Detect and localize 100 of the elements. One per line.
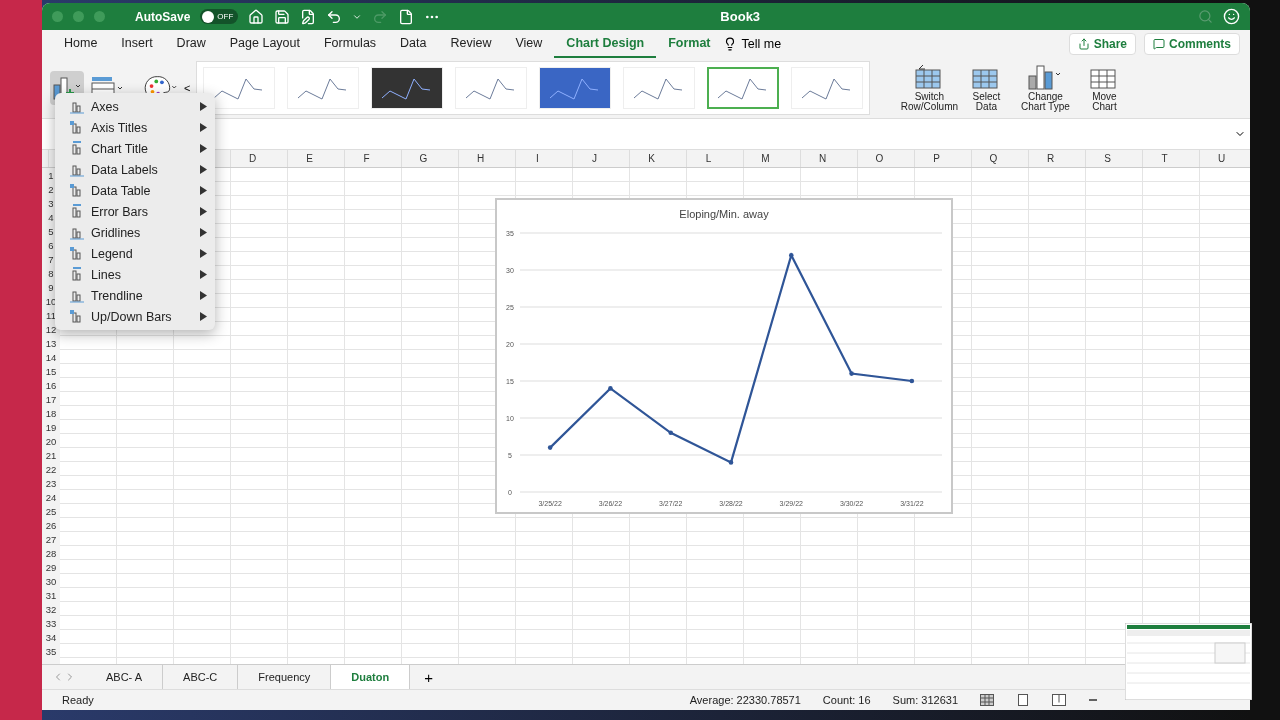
row-header: 9 [47,280,55,294]
submenu-arrow-icon [200,291,207,300]
ribbon-button[interactable]: Select Data [964,64,1009,112]
ribbon-tab[interactable]: Review [438,30,504,58]
undo-icon[interactable] [326,8,343,25]
save-icon[interactable] [274,8,291,25]
data-point [909,378,915,384]
add-sheet-button[interactable]: + [410,668,447,686]
submenu-arrow-icon [200,270,207,279]
row-header: 11 [45,308,57,322]
column-header: N [817,152,828,166]
column-header: U [1216,152,1227,166]
row-header: 14 [44,350,58,364]
menu-item[interactable]: Lines [55,264,215,285]
row-header: 2 [47,182,55,196]
gallery-previous-button[interactable]: < [184,82,191,94]
row-header: 6 [47,238,55,252]
row-header: 29 [44,560,58,574]
edit-file-icon[interactable] [300,8,317,25]
chart-title: Eloping/Min. away [679,208,769,220]
window-title: Book3 [720,9,761,24]
column-header: H [475,152,486,166]
chart-element-icon [69,225,85,240]
screenshot-thumbnail[interactable] [1125,623,1252,700]
menu-item[interactable]: Axis Titles [55,117,215,138]
row-header: 28 [44,546,58,560]
ribbon-tab[interactable]: Format [656,30,723,58]
ribbon-tab[interactable]: Draw [164,30,218,58]
menu-item[interactable]: Data Labels [55,159,215,180]
row-header: 26 [44,518,58,532]
new-file-icon[interactable] [398,8,415,25]
chart-element-icon [69,99,85,114]
submenu-arrow-icon [200,123,207,132]
row-header: 24 [44,490,58,504]
normal-view-icon[interactable] [980,694,994,706]
ribbon-tab[interactable]: Data [388,30,439,58]
home-icon[interactable] [248,8,265,25]
row-header: 15 [44,364,58,378]
speech-bubble-icon [1153,38,1165,50]
column-header: D [247,152,258,166]
menu-item[interactable]: Error Bars [55,201,215,222]
row-header: 27 [44,532,58,546]
tell-me-field[interactable]: Tell me [741,37,782,51]
menu-item[interactable]: Chart Title [55,138,215,159]
row-header: 31 [44,588,58,602]
column-header: T [1160,152,1169,166]
menu-item[interactable]: Gridlines [55,222,215,243]
row-header: 16 [44,378,58,392]
chart-element-icon [69,162,85,177]
column-header: Q [988,152,999,166]
ribbon-tab[interactable]: Home [52,30,110,58]
submenu-arrow-icon [200,312,207,321]
menu-item[interactable]: Trendline [55,285,215,306]
ribbon-tab[interactable]: Formulas [312,30,389,58]
column-header: R [1045,152,1056,166]
ribbon-tab[interactable]: View [503,30,555,58]
column-header: P [932,152,941,166]
ribbon-button[interactable]: Move Chart [1082,64,1127,112]
row-header: 13 [44,336,58,350]
submenu-arrow-icon [200,186,207,195]
row-header: 8 [47,266,55,280]
data-point [668,430,673,436]
sheet-tab[interactable]: Duaton [331,665,411,689]
column-header: K [647,152,656,166]
ribbon-tab[interactable]: Insert [109,30,165,58]
row-header: 18 [44,406,58,420]
page-break-icon[interactable] [1052,694,1066,706]
row-header: 21 [44,448,58,462]
row-header: 5 [47,224,55,238]
ribbon-button[interactable]: Switch Row/Column [900,64,959,112]
ribbon-button[interactable]: Change Chart Type [1014,64,1077,112]
share-button[interactable]: Share [1068,33,1136,55]
ribbon-tab[interactable]: Page Layout [217,30,312,58]
comments-button[interactable]: Comments [1144,33,1240,55]
column-header: M [760,152,771,166]
column-header: F [362,152,371,166]
switch-grid-icon [915,64,944,90]
row-header: 34 [44,630,58,644]
autosave-label: AutoSave [135,9,191,24]
menu-item[interactable]: Axes [55,96,215,117]
row-header: 30 [44,574,58,588]
column-header: O [874,152,885,166]
status-average: Average: 22330.78571 [689,694,801,706]
data-point [547,445,553,450]
page-layout-icon[interactable] [1016,694,1030,706]
column-header: E [305,152,314,166]
share-icon [1077,38,1090,50]
account-icon[interactable] [1223,8,1240,25]
menu-item[interactable]: Data Table [55,180,215,201]
chart-style-thumbnail[interactable] [707,67,780,109]
column-header: G [418,152,429,166]
row-header: 17 [44,392,58,406]
status-sum: Sum: 312631 [892,694,958,706]
menu-item[interactable]: Up/Down Bars [55,306,215,327]
submenu-arrow-icon [200,102,207,111]
menu-item[interactable]: Legend [55,243,215,264]
row-header: 4 [47,210,55,224]
data-point [608,386,613,391]
autosave-toggle[interactable]: OFF [200,9,239,24]
submenu-arrow-icon [200,144,207,153]
